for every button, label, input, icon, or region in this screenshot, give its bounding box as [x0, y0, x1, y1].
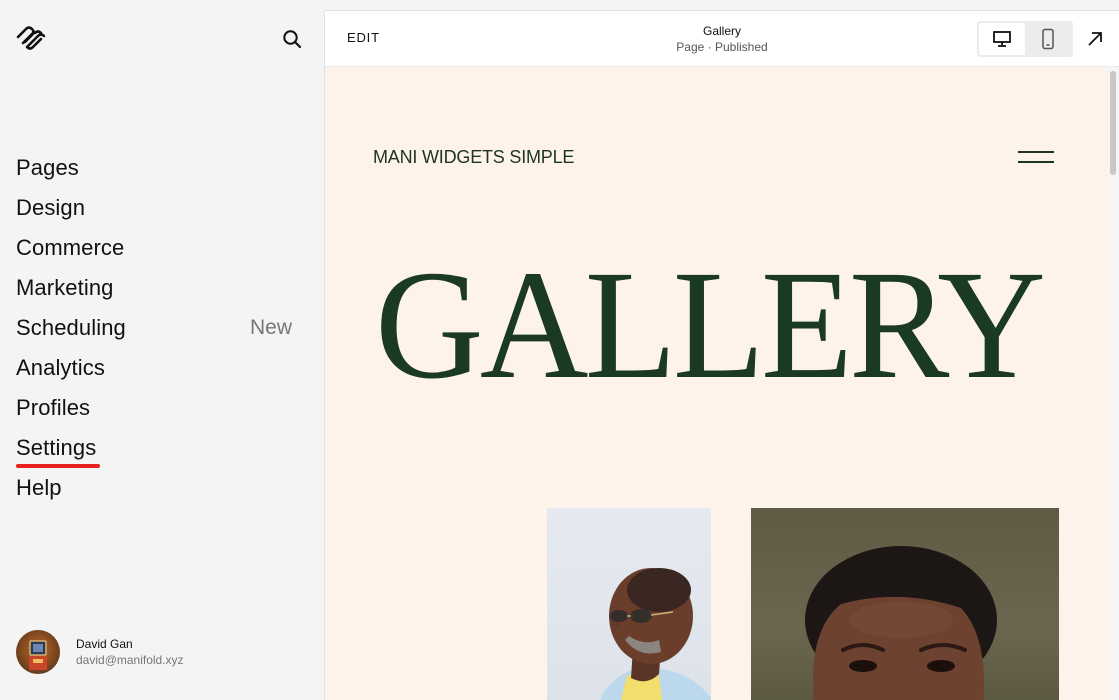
new-badge: New — [249, 316, 292, 339]
site-preview[interactable]: MANI WIDGETS SIMPLE GALLERY — [325, 67, 1107, 700]
nav-item-design[interactable]: Design — [16, 188, 296, 228]
nav-label: Profiles — [16, 395, 91, 420]
nav-item-settings[interactable]: Settings — [16, 428, 296, 468]
nav-item-help[interactable]: Help — [16, 468, 296, 508]
nav-label: Design — [16, 195, 86, 220]
mobile-view-button[interactable] — [1025, 23, 1071, 55]
desktop-icon — [993, 31, 1011, 47]
main-nav: Pages Design Commerce Marketing Scheduli… — [16, 148, 296, 508]
user-name: David Gan — [76, 637, 133, 651]
nav-label: Pages — [16, 155, 79, 180]
nav-label: Analytics — [16, 355, 105, 380]
open-in-new-button[interactable] — [1085, 29, 1105, 49]
sidebar: Pages Design Commerce Marketing Scheduli… — [0, 0, 325, 700]
hamburger-icon[interactable] — [1018, 148, 1054, 164]
nav-item-scheduling[interactable]: Scheduling New — [16, 308, 296, 348]
gallery-image[interactable] — [751, 508, 1059, 700]
desktop-view-button[interactable] — [979, 23, 1025, 55]
nav-label: Commerce — [16, 235, 125, 260]
arrow-up-right-icon — [1088, 32, 1102, 46]
editor-topbar: EDIT Gallery Page · Published — [325, 11, 1119, 67]
editor-panel: EDIT Gallery Page · Published MANI WIDGE… — [325, 11, 1119, 700]
nav-label: Scheduling — [16, 315, 126, 340]
nav-label: Help — [16, 475, 62, 500]
user-profile[interactable]: David Gan david@manifold.xyz — [16, 630, 184, 674]
nav-item-marketing[interactable]: Marketing — [16, 268, 296, 308]
active-underline — [16, 464, 100, 468]
squarespace-logo-icon[interactable] — [14, 24, 46, 52]
nav-label: Settings — [16, 435, 97, 460]
mobile-icon — [1042, 28, 1054, 50]
site-title[interactable]: MANI WIDGETS SIMPLE — [373, 147, 574, 168]
device-toggle — [977, 21, 1073, 57]
gallery-heading: GALLERY — [375, 238, 1046, 411]
nav-item-commerce[interactable]: Commerce — [16, 228, 296, 268]
avatar — [16, 630, 60, 674]
nav-item-analytics[interactable]: Analytics — [16, 348, 296, 388]
search-icon — [283, 30, 302, 49]
search-button[interactable] — [280, 27, 304, 51]
user-info: David Gan david@manifold.xyz — [76, 636, 184, 668]
nav-label: Marketing — [16, 275, 114, 300]
scrollbar-thumb[interactable] — [1110, 71, 1116, 175]
nav-item-profiles[interactable]: Profiles — [16, 388, 296, 428]
user-email: david@manifold.xyz — [76, 653, 184, 667]
preview-scrollbar[interactable] — [1107, 67, 1119, 700]
nav-item-pages[interactable]: Pages — [16, 148, 296, 188]
gallery-image[interactable] — [547, 508, 711, 700]
